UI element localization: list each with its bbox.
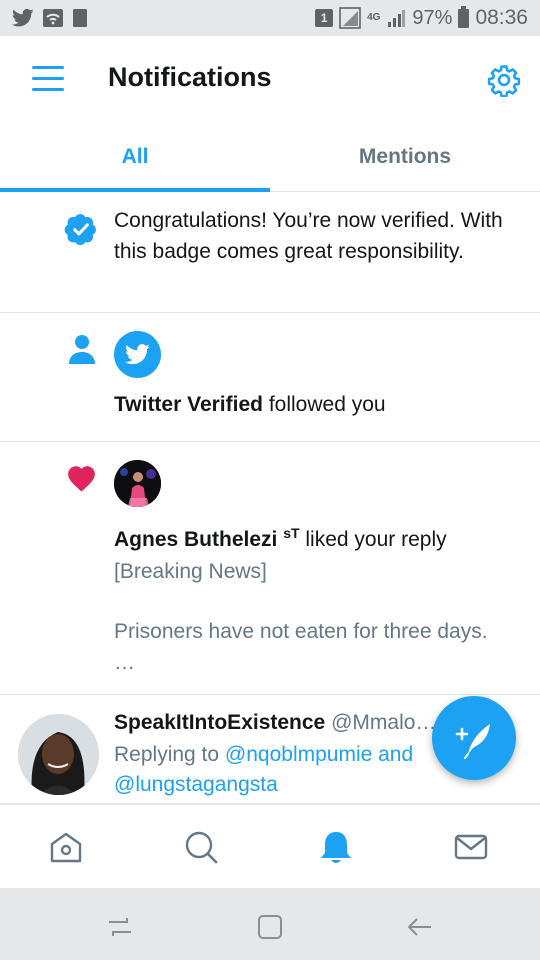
status-bar-system-icons: 1 4G 97% 08:36 <box>315 5 528 30</box>
twitter-bird-icon <box>124 344 150 365</box>
liked-tweet-preview-text: Prisoners have not eaten for three days.… <box>114 620 488 674</box>
home-button-icon[interactable] <box>255 912 285 942</box>
verified-badge-icon <box>64 214 96 246</box>
notification-item-verified[interactable]: Congratulations! You’re now verified. Wi… <box>0 192 540 313</box>
heart-icon <box>68 466 95 492</box>
bottom-navigation <box>0 804 540 888</box>
person-icon <box>69 335 95 364</box>
image-notification-icon <box>73 9 87 27</box>
liked-tweet-preview-heading: [Breaking News] <box>114 560 267 583</box>
home-icon[interactable] <box>46 827 86 867</box>
replying-to-label: Replying to <box>114 743 220 766</box>
page-title: Notifications <box>108 62 272 92</box>
system-navigation-bar <box>0 888 540 960</box>
follower-name[interactable]: Twitter Verified <box>114 393 263 416</box>
profile-photo <box>18 714 99 795</box>
sim-slot-indicator: 1 <box>315 9 334 27</box>
agnes-buthelezi-avatar[interactable] <box>114 460 161 507</box>
notification-item-like[interactable]: Agnes Buthelezi sT liked your reply [Bre… <box>0 442 540 695</box>
mention-author-handle[interactable]: @Mmalo… <box>331 711 434 734</box>
tab-all[interactable]: All <box>0 122 270 192</box>
follow-message-line: Twitter Verified followed you <box>114 389 386 420</box>
back-arrow-icon[interactable] <box>405 912 435 942</box>
verified-message: Congratulations! You’re now verified. Wi… <box>114 209 503 263</box>
speakitintoexistence-avatar[interactable] <box>18 714 99 795</box>
follow-action-text: followed you <box>268 393 386 416</box>
battery-icon <box>458 5 470 28</box>
liker-name[interactable]: Agnes Buthelezi <box>114 528 277 551</box>
battery-percent: 97% <box>412 6 453 29</box>
like-action-text: liked your reply <box>305 528 447 551</box>
twitter-verified-avatar[interactable] <box>114 331 161 378</box>
notification-tabs: All Mentions <box>0 122 540 192</box>
messages-mail-icon[interactable] <box>451 827 491 867</box>
status-bar: 1 4G 97% 08:36 <box>0 0 540 36</box>
mention-author-name[interactable]: SpeakItIntoExistence <box>114 711 325 734</box>
gear-icon[interactable] <box>487 63 521 97</box>
menu-icon[interactable] <box>32 66 64 92</box>
notification-item-follow[interactable]: Twitter Verified followed you <box>0 313 540 442</box>
mention-link-2[interactable]: @lungstagangsta <box>114 769 278 800</box>
replying-to-line: Replying to @nqoblmpumie and <box>114 739 413 770</box>
mention-link-1[interactable]: @nqoblmpumie and <box>225 743 413 766</box>
tab-mentions[interactable]: Mentions <box>270 122 540 191</box>
recent-apps-icon[interactable] <box>105 912 135 942</box>
twitter-notification-icon <box>12 8 34 27</box>
compose-tweet-button[interactable] <box>432 696 516 780</box>
status-bar-notification-icons <box>12 8 88 28</box>
search-icon[interactable] <box>181 827 221 867</box>
clock: 08:36 <box>475 6 528 29</box>
mention-author-line: SpeakItIntoExistence @Mmalo… <box>114 707 434 738</box>
network-type-label: 4G <box>367 12 381 23</box>
notifications-bell-icon[interactable] <box>316 827 356 867</box>
like-message-line: Agnes Buthelezi sT liked your reply <box>114 518 447 555</box>
app-header: Notifications <box>0 36 540 122</box>
compose-feather-icon <box>455 724 490 760</box>
cellular-signal-icon <box>388 10 406 27</box>
profile-photo <box>114 460 161 507</box>
signal-strength-icon <box>339 7 361 29</box>
liker-name-suffix: sT <box>283 525 300 541</box>
wifi-notification-icon <box>43 9 63 27</box>
